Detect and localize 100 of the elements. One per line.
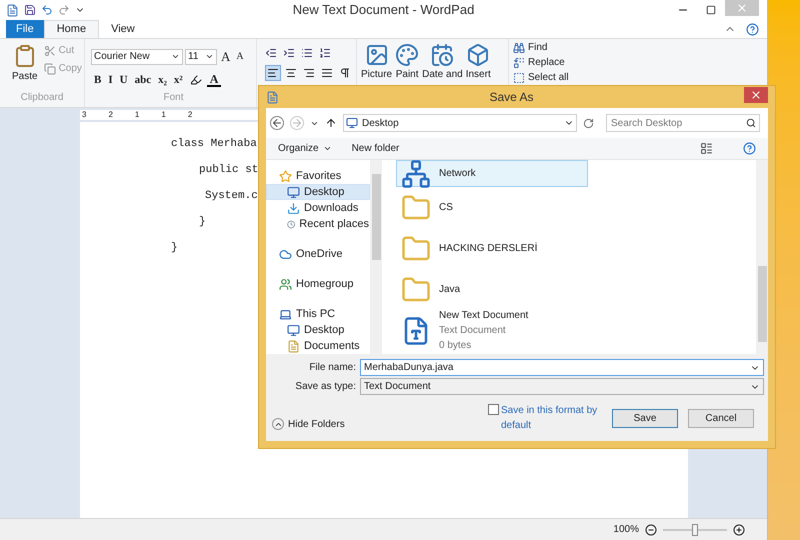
nav-item[interactable]: OneDrive	[266, 246, 370, 262]
save-button[interactable]: Save	[612, 408, 678, 428]
file-name-field[interactable]: MerhabaDunya.java	[360, 359, 764, 376]
font-color-button[interactable]: A	[206, 72, 222, 87]
zoom-slider-thumb[interactable]	[692, 524, 698, 536]
paragraph-icon[interactable]	[339, 67, 351, 79]
hide-folders-button[interactable]: Hide Folders	[272, 416, 345, 432]
close-icon	[750, 89, 762, 101]
font-size-field[interactable]: 11	[185, 48, 217, 65]
ruler-number: 1	[134, 109, 140, 121]
organize-button[interactable]: Organize	[278, 141, 332, 156]
code-line: System.c	[205, 189, 258, 204]
field-label: File name:	[308, 361, 356, 375]
palette-icon	[395, 43, 420, 67]
code-line: }	[171, 241, 178, 256]
redo-icon[interactable]	[58, 4, 70, 16]
close-button[interactable]	[744, 87, 768, 103]
undo-icon[interactable]	[41, 4, 53, 16]
grow-font-button[interactable]: A	[219, 47, 232, 66]
network-icon	[401, 160, 431, 188]
nav-item[interactable]: Downloads	[266, 200, 370, 216]
view-icon[interactable]	[700, 142, 713, 155]
people-icon	[279, 278, 292, 290]
help-icon[interactable]	[746, 22, 759, 36]
scrollbar[interactable]	[756, 160, 768, 354]
format-button[interactable]: x₂	[155, 72, 170, 88]
zoom-in-icon[interactable]	[733, 524, 745, 536]
nav-item[interactable]: Documents	[266, 338, 370, 354]
cloud-icon	[279, 248, 292, 260]
indent-icon[interactable]	[265, 47, 277, 59]
address-field[interactable]: Desktop	[343, 114, 577, 132]
back-icon[interactable]	[270, 116, 284, 130]
file-name: Network	[439, 167, 476, 181]
folder-icon	[401, 274, 431, 304]
nav-item[interactable]: Favorites	[266, 168, 370, 184]
editing-button[interactable]: Select all	[513, 71, 569, 85]
insert-button[interactable]: Picture	[361, 43, 392, 82]
save-icon[interactable]	[24, 4, 36, 16]
computer-icon	[279, 308, 292, 320]
file-detail: 0 bytes	[439, 339, 472, 353]
editing-button[interactable]: Find	[513, 41, 569, 55]
insert-button[interactable]: Date and	[422, 43, 463, 82]
highlighter-icon[interactable]	[190, 74, 202, 86]
file-item[interactable]: Network	[396, 160, 588, 187]
format-button[interactable]: I	[105, 72, 116, 88]
monitor-icon	[287, 186, 300, 198]
align-icon	[267, 67, 279, 79]
insert-button[interactable]: Paint	[395, 43, 420, 82]
code-line: class Merhaba	[171, 137, 257, 152]
field-label: Save as type:	[294, 380, 356, 394]
nav-item[interactable]: Desktop	[266, 184, 370, 200]
scrollbar[interactable]	[370, 160, 382, 354]
help-icon[interactable]	[743, 142, 756, 155]
up-icon[interactable]	[325, 117, 337, 129]
format-button[interactable]: abc	[132, 72, 154, 88]
insert-button[interactable]: Insert	[466, 43, 491, 82]
new-folder-button[interactable]: New folder	[352, 141, 400, 156]
editing-button[interactable]: Replace	[513, 56, 569, 70]
app-icon	[6, 4, 19, 16]
paste-button[interactable]: Paste	[12, 43, 38, 90]
star-icon	[279, 170, 292, 182]
file-name: CS	[439, 201, 453, 215]
align-button[interactable]	[265, 65, 281, 81]
copy-icon	[44, 62, 56, 74]
code-line: }	[199, 215, 206, 230]
zoom-out-icon[interactable]	[645, 524, 657, 536]
file-item[interactable]: New Text Document Text Document 0 bytes	[396, 310, 588, 351]
shrink-font-button[interactable]: A	[234, 49, 246, 64]
ruler-number: 1	[161, 109, 166, 121]
file-item[interactable]: HACKING DERSLERİ	[396, 228, 588, 269]
checkbox[interactable]	[488, 404, 499, 415]
nav-item[interactable]: Desktop	[266, 322, 370, 338]
format-button[interactable]: B	[91, 72, 104, 88]
format-button[interactable]: U	[116, 72, 131, 88]
zoom-slider[interactable]	[663, 524, 727, 536]
nav-item[interactable]: Homegroup	[266, 276, 370, 292]
refresh-icon[interactable]	[583, 118, 594, 128]
save-type-dropdown[interactable]: Text Document	[360, 378, 764, 395]
ruler-number: 2	[188, 109, 192, 121]
indent-icon[interactable]	[283, 47, 295, 59]
zoom-level: 100%	[613, 523, 639, 537]
file-item[interactable]: Java	[396, 269, 588, 310]
search-field[interactable]: Search Desktop	[606, 114, 760, 132]
calendar-icon	[430, 43, 454, 67]
nav-item[interactable]: Recent places	[266, 216, 370, 232]
file-item[interactable]: CS	[396, 187, 588, 228]
nav-item[interactable]: This PC	[266, 306, 370, 322]
download-icon	[287, 202, 300, 214]
checkbox-label[interactable]: Save in this format by default	[501, 403, 598, 433]
font-family-field[interactable]: Courier New	[91, 48, 183, 65]
line-spacing-icon[interactable]	[319, 47, 331, 59]
file-tab[interactable]: File	[6, 20, 44, 38]
search-icon	[746, 118, 756, 128]
folder-icon	[401, 234, 431, 264]
cancel-button[interactable]: Cancel	[688, 408, 754, 428]
monitor-icon	[346, 117, 358, 129]
file-detail: Text Document	[439, 324, 507, 338]
group-label: Font	[162, 91, 184, 105]
format-button[interactable]: x²	[170, 72, 186, 88]
ribbon-tab[interactable]: Home	[44, 20, 100, 38]
